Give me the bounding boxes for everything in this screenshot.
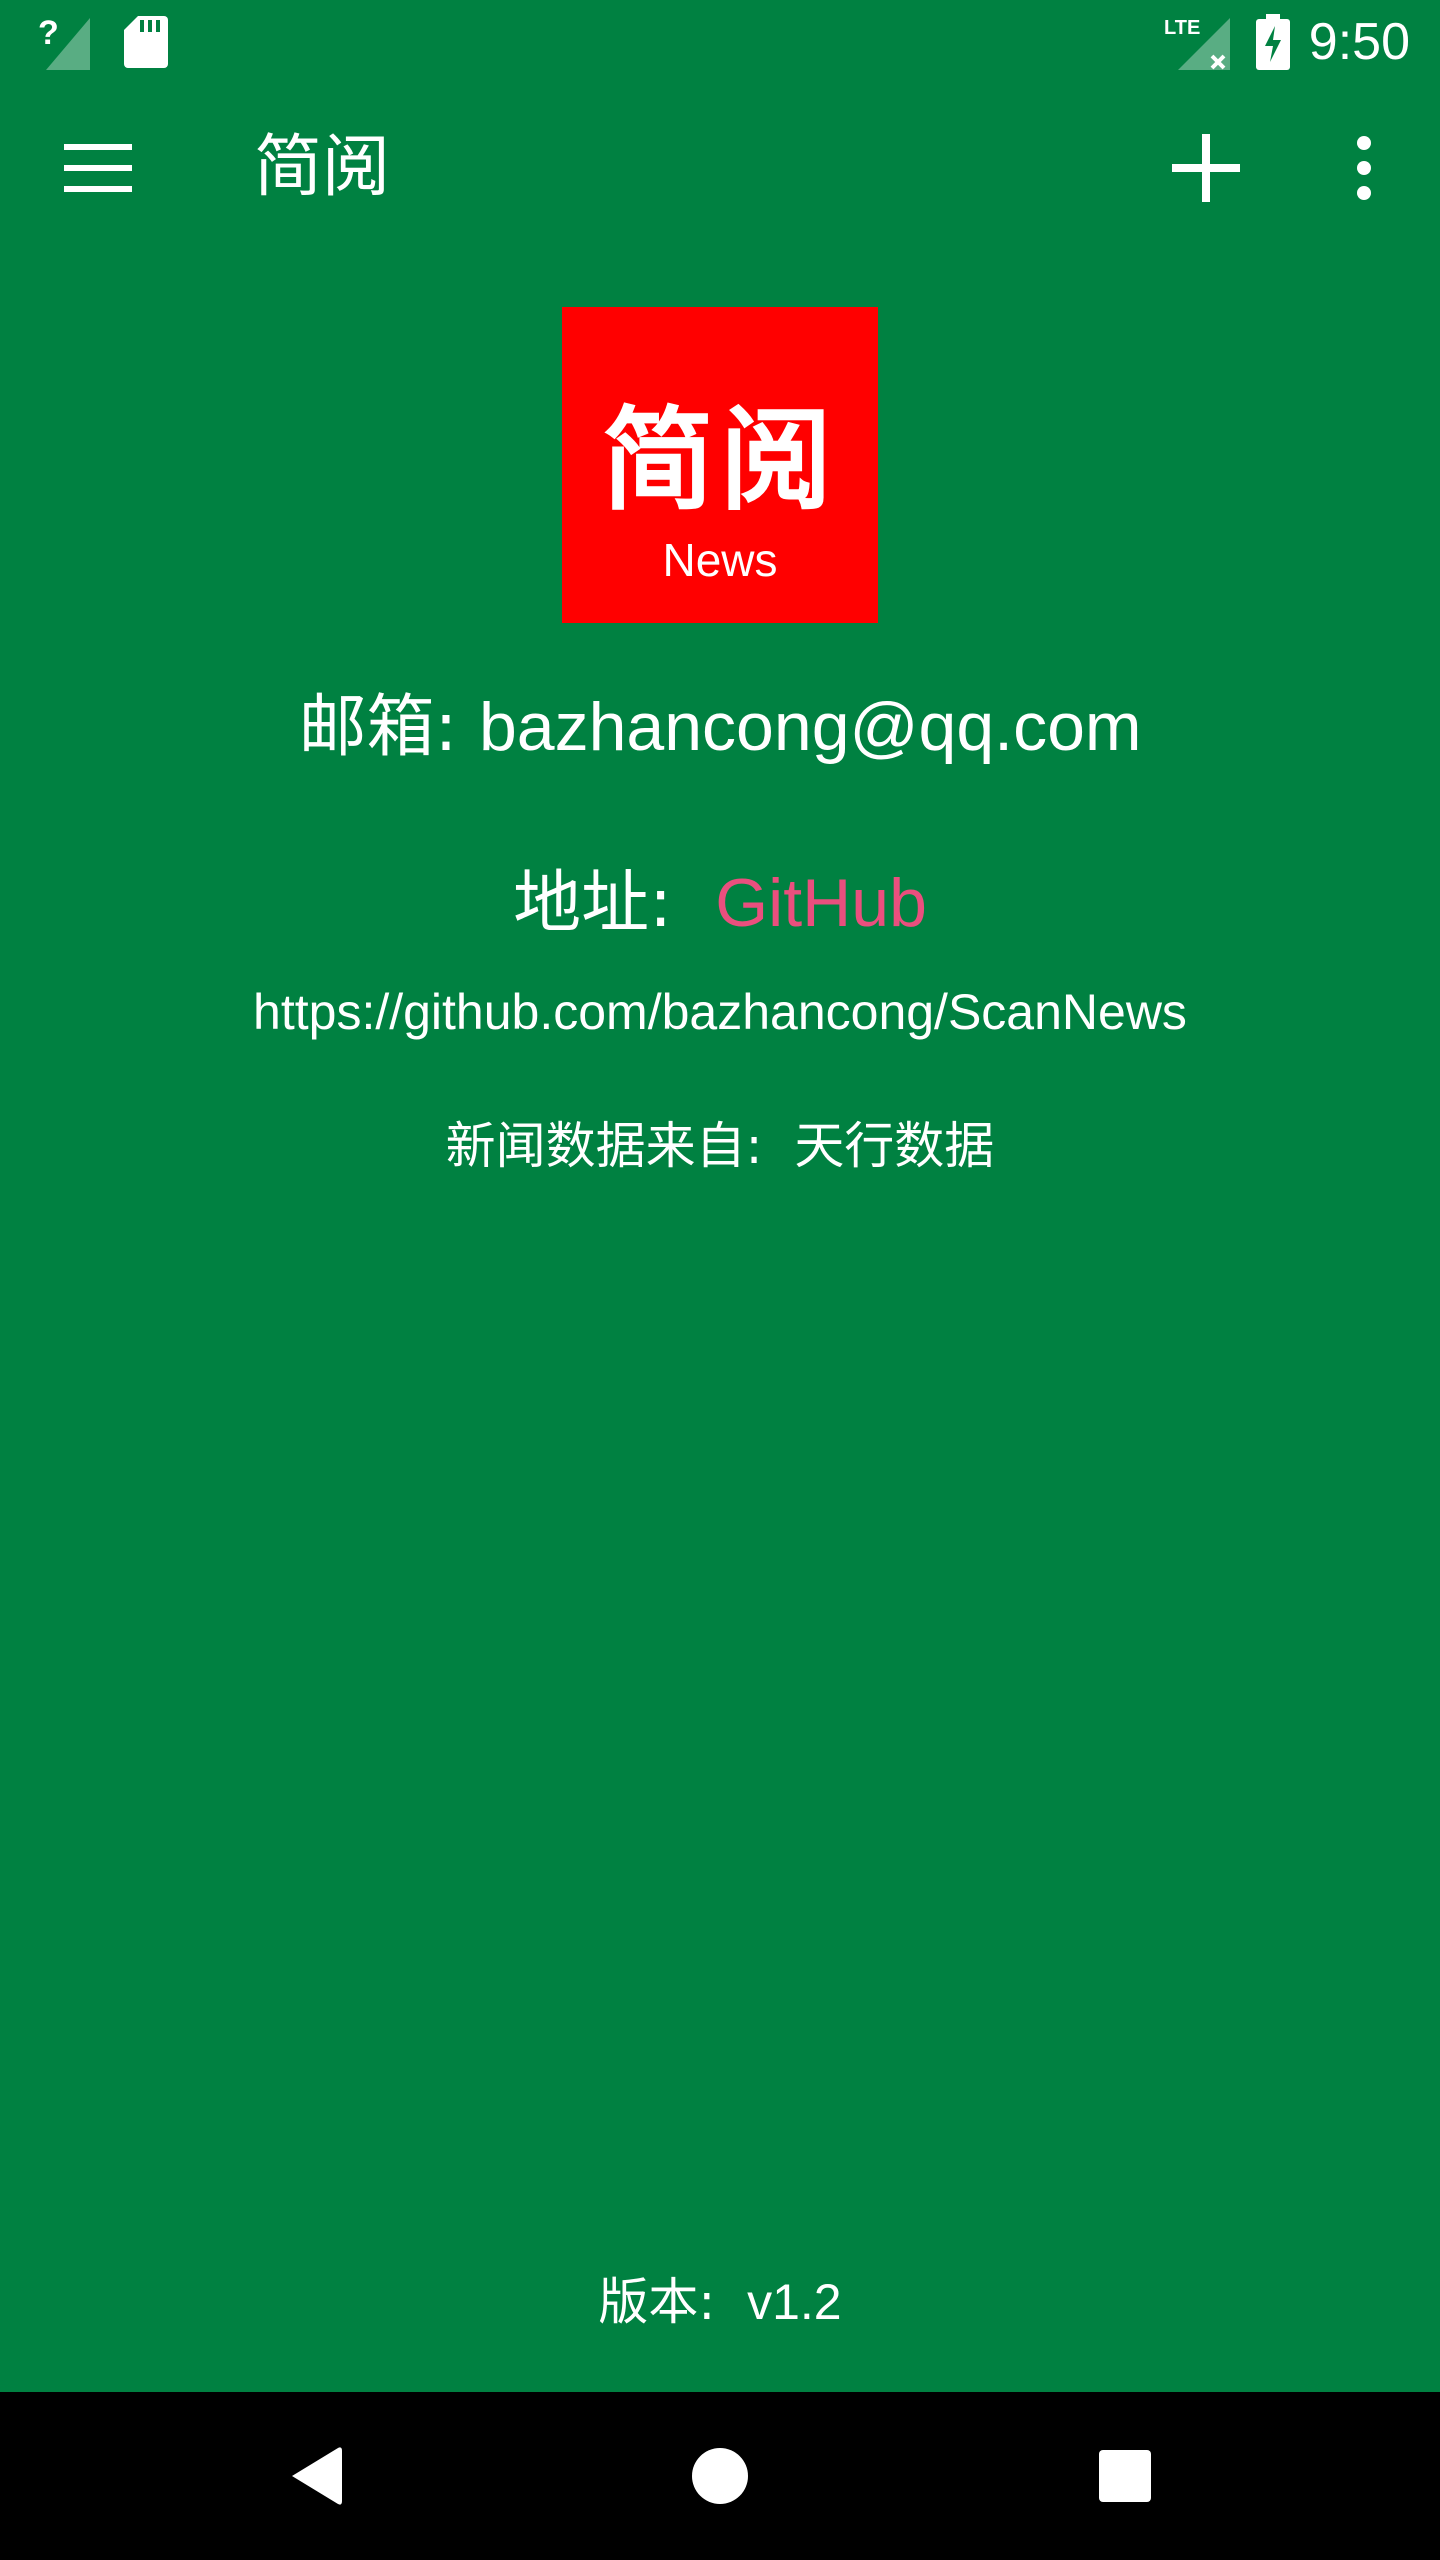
navigation-bar xyxy=(0,2392,1440,2560)
svg-text:?: ? xyxy=(38,14,59,52)
toolbar: 简阅 xyxy=(0,84,1440,252)
email-line: 邮箱: bazhancong@qq.com xyxy=(0,682,1440,773)
news-source-value: 天行数据 xyxy=(794,1117,995,1175)
more-vert-icon xyxy=(1357,136,1371,200)
more-options-button[interactable] xyxy=(1320,114,1408,222)
address-line: 地址: GitHub xyxy=(0,858,1440,949)
recents-icon xyxy=(1099,2450,1151,2502)
repo-url[interactable]: https://github.com/bazhancong/ScanNews xyxy=(0,982,1440,1042)
app-logo: 简阅 News xyxy=(562,307,878,623)
version-label: 版本: xyxy=(598,2273,748,2331)
battery-charging-icon xyxy=(1256,14,1290,70)
back-button[interactable] xyxy=(232,2392,400,2560)
email-label: 邮箱: xyxy=(298,688,479,767)
add-button[interactable] xyxy=(1152,114,1260,222)
lte-signal-icon: LTE xyxy=(1164,17,1230,70)
menu-icon xyxy=(64,144,132,192)
add-icon xyxy=(1172,134,1240,202)
menu-button[interactable] xyxy=(40,124,156,212)
back-icon xyxy=(292,2447,342,2505)
news-source-line: 新闻数据来自: 天行数据 xyxy=(0,1116,1440,1176)
toolbar-title: 简阅 xyxy=(254,128,391,207)
address-label: 地址: xyxy=(513,864,716,943)
version-value: v1.2 xyxy=(747,2274,842,2330)
logo-title: 简阅 xyxy=(602,395,838,526)
home-button[interactable] xyxy=(636,2392,804,2560)
signal-unknown-icon: ? xyxy=(38,14,90,70)
email-value[interactable]: bazhancong@qq.com xyxy=(479,689,1142,765)
status-time: 9:50 xyxy=(1308,13,1410,71)
status-bar: ? LTE 9:50 xyxy=(0,0,1440,84)
home-icon xyxy=(692,2448,748,2504)
logo-subtitle: News xyxy=(662,534,778,586)
github-link[interactable]: GitHub xyxy=(715,865,927,941)
recents-button[interactable] xyxy=(1041,2392,1209,2560)
version-line: 版本: v1.2 xyxy=(0,2272,1440,2332)
sd-card-icon xyxy=(124,16,168,68)
lte-label: LTE xyxy=(1164,17,1200,39)
news-source-label: 新闻数据来自: xyxy=(445,1117,795,1175)
